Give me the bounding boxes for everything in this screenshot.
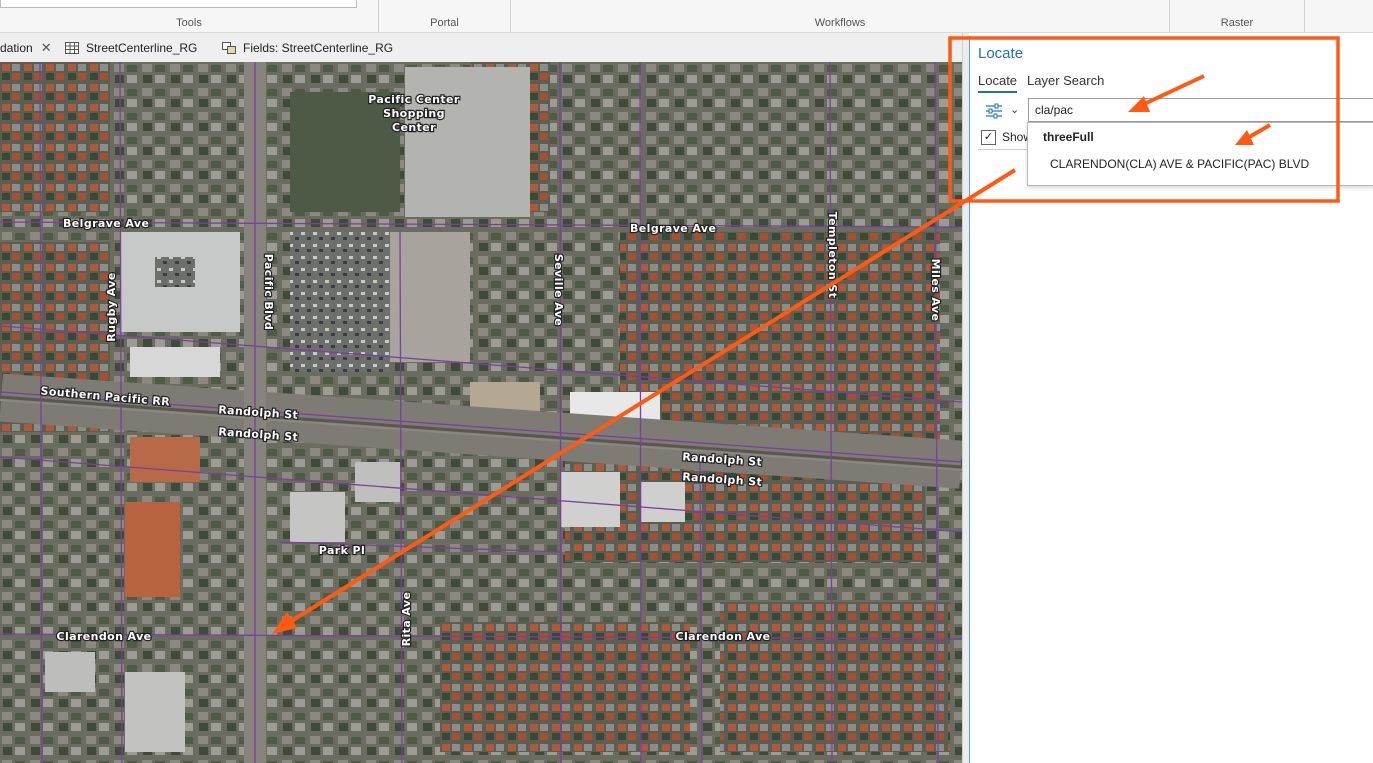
tab-layer-search[interactable]: Layer Search [1027,73,1104,88]
poi-label-shopping: Shopping [383,107,445,120]
street-label-templeton: Templeton St [826,212,839,299]
divider [978,149,1028,150]
street-label-pacific-blvd: Pacific Blvd [262,254,275,330]
map-canvas[interactable]: Pacific Center Shopping Center Belgrave … [0,62,962,763]
street-label-belgrave-east: Belgrave Ave [630,222,716,235]
suggestion-dropdown: threeFull CLARENDON(CLA) AVE & PACIFIC(P… [1027,122,1373,186]
tab-fields-street-centerline[interactable]: Fields: StreetCenterline_RG [222,33,393,62]
close-icon[interactable]: ✕ [41,40,52,56]
ribbon: Tools Portal Workflows Raster [0,0,1373,33]
street-label-rita: Rita Ave [400,592,413,647]
ribbon-group-workflows: Workflows [511,0,1170,32]
sliders-icon[interactable] [984,102,1004,120]
ribbon-group-raster: Raster [1170,0,1305,32]
street-label-seville: Seville Ave [552,254,565,326]
street-label-clarendon-west: Clarendon Ave [56,630,151,643]
tab-locate[interactable]: Locate [978,73,1018,93]
pane-splitter[interactable] [962,33,969,763]
chevron-down-icon[interactable]: ⌄ [1010,103,1019,116]
table-icon [65,41,79,54]
poi-label-pacific-center: Pacific Center [368,93,460,106]
locate-search-input[interactable] [1028,98,1373,122]
tab-label: Fields: StreetCenterline_RG [243,40,394,55]
tab-label: dation [0,40,33,55]
suggestion-group-header: threeFull [1043,130,1094,144]
suggestion-item[interactable]: CLARENDON(CLA) AVE & PACIFIC(PAC) BLVD [1050,157,1309,171]
ribbon-group-label: Portal [430,17,459,29]
street-label-clarendon-east: Clarendon Ave [675,630,770,643]
ribbon-group-label: Tools [176,17,202,29]
ribbon-tools-field[interactable] [0,0,357,8]
poi-label-center: Center [392,121,436,134]
street-label-belgrave-west: Belgrave Ave [63,217,149,230]
street-label-park-pl: Park Pl [319,544,365,557]
ribbon-group-label: Raster [1220,17,1254,29]
fields-icon [222,41,236,54]
map-view[interactable]: Pacific Center Shopping Center Belgrave … [0,62,962,763]
ribbon-group-tools: Tools [0,0,379,32]
pane-title: Locate [978,45,1024,62]
ribbon-group-portal: Portal [379,0,511,32]
street-label-miles: Miles Ave [929,259,942,322]
tab-street-centerline-table[interactable]: StreetCenterline_RG [65,33,197,62]
show-checkbox[interactable]: ✓ [981,130,996,145]
view-tab-strip: dation ✕ StreetCenterline_RG Fields: Str… [0,33,962,63]
street-label-rugby: Rugby Ave [105,272,118,341]
tab-validation[interactable]: dation ✕ [0,33,52,62]
tab-label: StreetCenterline_RG [86,40,198,55]
ribbon-group-label: Workflows [814,17,866,29]
